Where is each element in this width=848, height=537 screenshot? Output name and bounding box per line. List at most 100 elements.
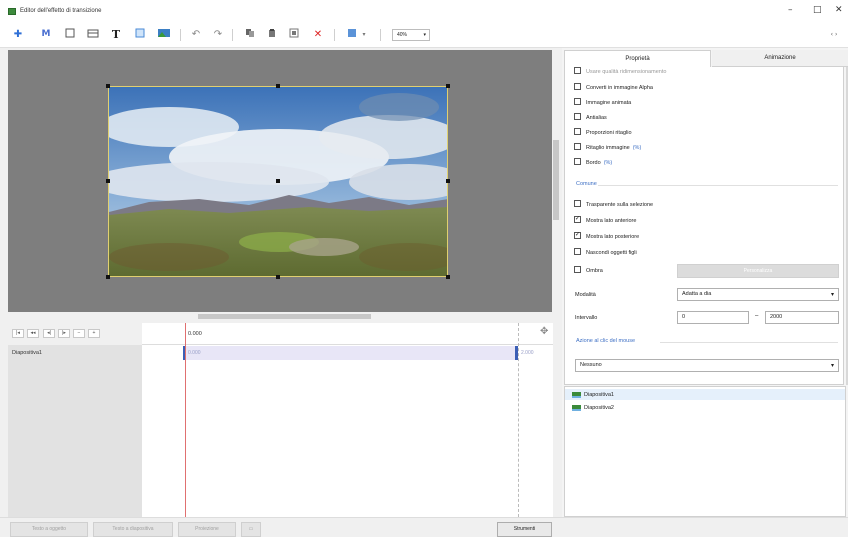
grid-dropdown-icon[interactable]: ▾ bbox=[360, 28, 368, 41]
unit-label: (%) bbox=[632, 145, 642, 151]
scroll-thumb[interactable] bbox=[198, 314, 371, 319]
checkbox-crop-ratio[interactable]: Proporzioni ritaglio bbox=[574, 128, 632, 139]
add-image-icon[interactable]: ✚ bbox=[12, 28, 24, 41]
resize-handle-ne[interactable] bbox=[446, 84, 450, 88]
app-icon bbox=[8, 8, 16, 15]
checkbox-label: Ombra bbox=[586, 268, 603, 274]
resize-handle-w[interactable] bbox=[106, 179, 110, 183]
checkbox-label: Nascondi oggetti figli bbox=[586, 250, 637, 256]
zoom-select[interactable]: 40% ▾ bbox=[392, 29, 430, 41]
text-to-slide-button[interactable]: Testo a diapositiva bbox=[93, 522, 173, 537]
toolbar-overflow-icon[interactable]: ‹ › bbox=[826, 28, 842, 41]
checkbox-box[interactable]: ✓ bbox=[574, 232, 581, 240]
timeline-ruler[interactable] bbox=[142, 323, 553, 345]
timeline-object-list bbox=[8, 345, 142, 517]
checkbox-box[interactable] bbox=[574, 266, 581, 274]
timeline-add-icon[interactable]: + bbox=[88, 329, 100, 338]
checkbox-box[interactable] bbox=[574, 248, 581, 256]
checkbox-quality[interactable]: Usare qualità ridimensionamento bbox=[574, 67, 667, 78]
checkbox-crop-image[interactable]: Ritaglio immagine (%) bbox=[574, 143, 642, 154]
checkbox-label: Usare qualità ridimensionamento bbox=[586, 69, 667, 75]
image-icon[interactable] bbox=[157, 28, 171, 41]
mouse-action-select[interactable]: Nessuno ▾ bbox=[575, 359, 839, 372]
tab-animation[interactable]: Animazione bbox=[712, 50, 848, 67]
list-item[interactable]: Diapositiva2 bbox=[572, 403, 614, 413]
modalita-select[interactable]: Adatta a dia ▾ bbox=[677, 288, 839, 301]
resize-handle-n[interactable] bbox=[276, 84, 280, 88]
object-name: Diapositiva1 bbox=[584, 392, 614, 398]
redo-icon[interactable]: ↷ bbox=[212, 28, 224, 41]
timeline-row-label[interactable]: Diapositiva1 bbox=[12, 350, 42, 356]
tab-properties[interactable]: Proprietà bbox=[564, 50, 711, 67]
preview-horizontal-scrollbar[interactable] bbox=[8, 312, 552, 321]
text-icon[interactable]: T bbox=[110, 28, 122, 41]
checkbox-front-side[interactable]: ✓ Mostra lato anteriore bbox=[574, 216, 636, 227]
timeline-track-area[interactable] bbox=[142, 345, 553, 517]
close-button[interactable]: ✕ bbox=[835, 5, 843, 15]
checkbox-box[interactable] bbox=[574, 158, 581, 166]
chevron-down-icon: ▾ bbox=[830, 291, 834, 298]
checkbox-box[interactable]: ✓ bbox=[574, 216, 581, 224]
rectangle-icon[interactable] bbox=[134, 28, 146, 41]
timeline-end-line bbox=[518, 323, 519, 517]
title-bar: Editor dell'effetto di transizione – □ ✕ bbox=[0, 0, 848, 22]
undo-icon[interactable]: ↶ bbox=[190, 28, 202, 41]
toolbar: ✚ M T ↶ ↷ ✕ ▾ 40% ▾ ‹ › bbox=[0, 22, 848, 48]
checkbox-box[interactable] bbox=[574, 83, 581, 91]
checkbox-animated[interactable]: Immagine animata bbox=[574, 98, 631, 109]
delete-icon[interactable]: ✕ bbox=[312, 28, 324, 41]
shadow-customize-button[interactable]: Personalizza bbox=[677, 264, 839, 278]
resize-handle-s[interactable] bbox=[276, 275, 280, 279]
intervallo-label: Intervallo bbox=[575, 315, 598, 321]
checkbox-label: Trasparente sulla selezione bbox=[586, 202, 654, 208]
extra-button[interactable]: ▭ bbox=[241, 522, 261, 537]
maximize-button[interactable]: □ bbox=[813, 5, 822, 15]
video-icon[interactable] bbox=[86, 28, 100, 41]
copy-icon[interactable] bbox=[244, 28, 256, 41]
checkbox-box[interactable] bbox=[574, 113, 581, 121]
move-icon[interactable]: ✥ bbox=[540, 326, 548, 337]
frame-icon[interactable] bbox=[64, 28, 76, 41]
minimize-button[interactable]: – bbox=[788, 5, 793, 15]
duplicate-icon[interactable] bbox=[288, 28, 300, 41]
paste-icon[interactable] bbox=[266, 28, 278, 41]
intervallo-to-input[interactable]: 2000 bbox=[765, 311, 839, 324]
grid-icon[interactable] bbox=[346, 28, 358, 41]
center-handle[interactable] bbox=[276, 179, 280, 183]
intervallo-from-input[interactable]: 0 bbox=[677, 311, 749, 324]
resize-handle-e[interactable] bbox=[446, 179, 450, 183]
marker-start-label: 0.000 bbox=[188, 350, 201, 356]
editor-window: Editor dell'effetto di transizione – □ ✕… bbox=[0, 0, 848, 537]
checkbox-box[interactable] bbox=[574, 67, 581, 75]
resize-handle-sw[interactable] bbox=[106, 275, 110, 279]
checkbox-box[interactable] bbox=[574, 143, 581, 151]
projection-button[interactable]: Proiezione bbox=[178, 522, 236, 537]
checkbox-box[interactable] bbox=[574, 200, 581, 208]
checkbox-antialias[interactable]: Antialias bbox=[574, 113, 607, 124]
resize-handle-nw[interactable] bbox=[106, 84, 110, 88]
checkbox-box[interactable] bbox=[574, 98, 581, 106]
checkbox-back-side[interactable]: ✓ Mostra lato posteriore bbox=[574, 232, 639, 243]
checkbox-transparent[interactable]: Trasparente sulla selezione bbox=[574, 200, 654, 211]
object-name: Diapositiva2 bbox=[584, 405, 614, 411]
timeline-track-bar[interactable] bbox=[183, 346, 515, 360]
timeline-first-icon[interactable]: |◂ bbox=[12, 329, 24, 338]
text-to-object-button[interactable]: Testo a oggetto bbox=[10, 522, 88, 537]
timeline-remove-icon[interactable]: − bbox=[73, 329, 85, 338]
mask-icon[interactable]: M bbox=[40, 28, 52, 41]
tools-button[interactable]: Strumenti bbox=[497, 522, 552, 537]
scroll-thumb[interactable] bbox=[553, 140, 559, 220]
playhead[interactable] bbox=[185, 323, 186, 517]
timeline-key-prev-icon[interactable]: ◂| bbox=[43, 329, 55, 338]
resize-handle-se[interactable] bbox=[446, 275, 450, 279]
preview-vertical-scrollbar[interactable] bbox=[552, 50, 560, 312]
checkbox-shadow[interactable]: Ombra bbox=[574, 266, 603, 277]
checkbox-border[interactable]: Bordo (%) bbox=[574, 158, 612, 169]
checkbox-alpha[interactable]: Converti in immagine Alpha bbox=[574, 83, 653, 94]
checkbox-box[interactable] bbox=[574, 128, 581, 136]
list-item[interactable]: Diapositiva1 bbox=[572, 390, 614, 400]
timeline-key-next-icon[interactable]: |▸ bbox=[58, 329, 70, 338]
marker-end-label: 2.000 bbox=[521, 350, 534, 356]
timeline-prev-icon[interactable]: ◂◂ bbox=[27, 329, 39, 338]
checkbox-hide-children[interactable]: Nascondi oggetti figli bbox=[574, 248, 637, 259]
